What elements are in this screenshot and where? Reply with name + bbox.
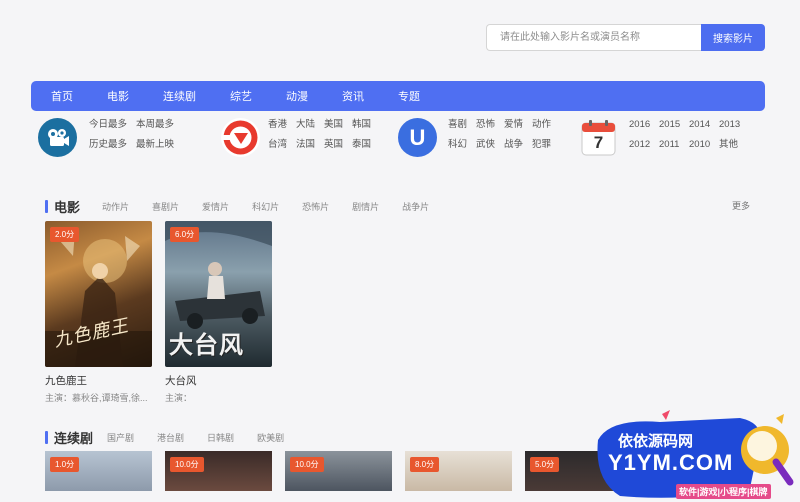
movies-tab[interactable]: 剧情片 bbox=[352, 200, 379, 213]
series-tab[interactable]: 港台剧 bbox=[157, 431, 184, 444]
calendar-day: 7 bbox=[593, 133, 604, 152]
genre-links: 喜剧 恐怖 爱情 动作 科幻 武侠 战争 犯罪 bbox=[448, 119, 560, 151]
calendar-icon: 7 bbox=[579, 118, 618, 157]
year-links: 2016 2015 2014 2013 2012 2011 2010 其他 bbox=[629, 119, 749, 151]
movies-title[interactable]: 电影 bbox=[54, 197, 80, 216]
section-marker bbox=[45, 431, 48, 444]
poster-title-art: 大台风 bbox=[169, 332, 244, 359]
link-region[interactable]: 泰国 bbox=[352, 139, 380, 151]
series-tab[interactable]: 日韩剧 bbox=[207, 431, 234, 444]
series-title[interactable]: 连续剧 bbox=[54, 428, 93, 447]
quick-years: 7 2016 2015 2014 2013 2012 2011 2010 其他 bbox=[579, 116, 759, 160]
movies-tab[interactable]: 动作片 bbox=[102, 200, 129, 213]
link-history-most[interactable]: 历史最多 bbox=[89, 139, 136, 151]
link-week-most[interactable]: 本周最多 bbox=[136, 119, 183, 131]
link-today-most[interactable]: 今日最多 bbox=[89, 119, 136, 131]
link-genre[interactable]: 爱情 bbox=[504, 119, 532, 131]
score-badge: 1.0分 bbox=[50, 457, 80, 472]
movies-tab[interactable]: 恐怖片 bbox=[302, 200, 329, 213]
nav-movies[interactable]: 电影 bbox=[107, 88, 129, 104]
score-badge: 10.0分 bbox=[290, 457, 324, 472]
series-card[interactable]: 1.0分 bbox=[45, 451, 152, 491]
quick-regions: 香港 大陆 美国 韩国 台湾 法国 英国 泰国 bbox=[221, 116, 381, 160]
link-year[interactable]: 2016 bbox=[629, 119, 659, 131]
watermark-logo: 依依源码网 Y1YM.COM 软件|游戏|小程序|棋牌 bbox=[590, 410, 800, 502]
movies-tab[interactable]: 喜剧片 bbox=[152, 200, 179, 213]
score-badge: 6.0分 bbox=[170, 227, 200, 242]
nav-topics[interactable]: 专题 bbox=[398, 88, 420, 104]
movie-poster[interactable]: 大台风 6.0分 bbox=[165, 221, 272, 367]
link-region[interactable]: 大陆 bbox=[296, 119, 324, 131]
search-bar: 搜索影片 bbox=[486, 24, 765, 51]
watermark-line2: Y1YM.COM bbox=[608, 450, 734, 475]
quick-genres: U 喜剧 恐怖 爱情 动作 科幻 武侠 战争 犯罪 bbox=[398, 116, 558, 160]
movie-actors: 主演： bbox=[165, 393, 193, 403]
link-genre[interactable]: 动作 bbox=[532, 119, 560, 131]
watermark-line3: 软件|游戏|小程序|棋牌 bbox=[676, 484, 771, 499]
movies-more-link[interactable]: 更多 bbox=[732, 199, 750, 212]
link-year[interactable]: 2010 bbox=[689, 139, 719, 151]
link-latest[interactable]: 最新上映 bbox=[136, 139, 183, 151]
movie-poster[interactable]: 九色鹿王 2.0分 bbox=[45, 221, 152, 367]
link-year[interactable]: 2014 bbox=[689, 119, 719, 131]
link-genre[interactable]: 战争 bbox=[504, 139, 532, 151]
link-genre[interactable]: 喜剧 bbox=[448, 119, 476, 131]
nav-series[interactable]: 连续剧 bbox=[163, 88, 196, 104]
score-badge: 5.0分 bbox=[530, 457, 560, 472]
link-genre[interactable]: 武侠 bbox=[476, 139, 504, 151]
link-region[interactable]: 英国 bbox=[324, 139, 352, 151]
series-header: 连续剧 国产剧 港台剧 日韩剧 欧美剧 bbox=[45, 428, 307, 447]
link-region[interactable]: 韩国 bbox=[352, 119, 380, 131]
link-year[interactable]: 2011 bbox=[659, 139, 689, 151]
movie-card[interactable]: 九色鹿王 2.0分 九色鹿王 主演：慕秋谷,谭琦雪,徐... bbox=[45, 221, 152, 404]
nav-anime[interactable]: 动漫 bbox=[286, 88, 308, 104]
u-logo-letter: U bbox=[409, 124, 426, 150]
movies-header: 电影 动作片 喜剧片 爱情片 科幻片 恐怖片 剧情片 战争片 bbox=[45, 197, 452, 216]
nav-news[interactable]: 资讯 bbox=[342, 88, 364, 104]
main-nav: 首页 电影 连续剧 综艺 动漫 资讯 专题 bbox=[31, 81, 765, 111]
section-marker bbox=[45, 200, 48, 213]
movies-tab[interactable]: 战争片 bbox=[402, 200, 429, 213]
link-year[interactable]: 2015 bbox=[659, 119, 689, 131]
movie-name[interactable]: 九色鹿王 bbox=[45, 373, 152, 388]
link-year[interactable]: 2012 bbox=[629, 139, 659, 151]
nav-home[interactable]: 首页 bbox=[51, 88, 73, 104]
link-genre[interactable]: 科幻 bbox=[448, 139, 476, 151]
ranking-links: 今日最多 本周最多 历史最多 最新上映 bbox=[89, 119, 183, 151]
score-badge: 2.0分 bbox=[50, 227, 80, 242]
link-year[interactable]: 2013 bbox=[719, 119, 749, 131]
quick-ranking: 今日最多 本周最多 历史最多 最新上映 bbox=[38, 116, 188, 160]
link-genre[interactable]: 恐怖 bbox=[476, 119, 504, 131]
movies-tab[interactable]: 科幻片 bbox=[252, 200, 279, 213]
movie-card[interactable]: 大台风 6.0分 大台风 主演： bbox=[165, 221, 272, 404]
u-logo-icon: U bbox=[398, 118, 437, 157]
search-input[interactable] bbox=[486, 24, 701, 51]
region-links: 香港 大陆 美国 韩国 台湾 法国 英国 泰国 bbox=[268, 119, 380, 151]
link-region[interactable]: 美国 bbox=[324, 119, 352, 131]
link-region[interactable]: 香港 bbox=[268, 119, 296, 131]
link-region[interactable]: 台湾 bbox=[268, 139, 296, 151]
movie-name[interactable]: 大台风 bbox=[165, 373, 272, 388]
search-button[interactable]: 搜索影片 bbox=[701, 24, 765, 51]
series-card[interactable]: 10.0分 bbox=[165, 451, 272, 491]
score-badge: 8.0分 bbox=[410, 457, 440, 472]
score-badge: 10.0分 bbox=[170, 457, 204, 472]
movie-actors: 主演：慕秋谷,谭琦雪,徐... bbox=[45, 393, 148, 403]
series-card[interactable]: 10.0分 bbox=[285, 451, 392, 491]
nav-variety[interactable]: 综艺 bbox=[230, 88, 252, 104]
play-logo-icon bbox=[221, 118, 260, 157]
link-year[interactable]: 其他 bbox=[719, 139, 749, 151]
series-tab[interactable]: 欧美剧 bbox=[257, 431, 284, 444]
series-card[interactable]: 8.0分 bbox=[405, 451, 512, 491]
watermark-line1: 依依源码网 bbox=[618, 433, 694, 450]
movies-tab[interactable]: 爱情片 bbox=[202, 200, 229, 213]
link-genre[interactable]: 犯罪 bbox=[532, 139, 560, 151]
film-camera-icon bbox=[38, 118, 77, 157]
series-tab[interactable]: 国产剧 bbox=[107, 431, 134, 444]
link-region[interactable]: 法国 bbox=[296, 139, 324, 151]
